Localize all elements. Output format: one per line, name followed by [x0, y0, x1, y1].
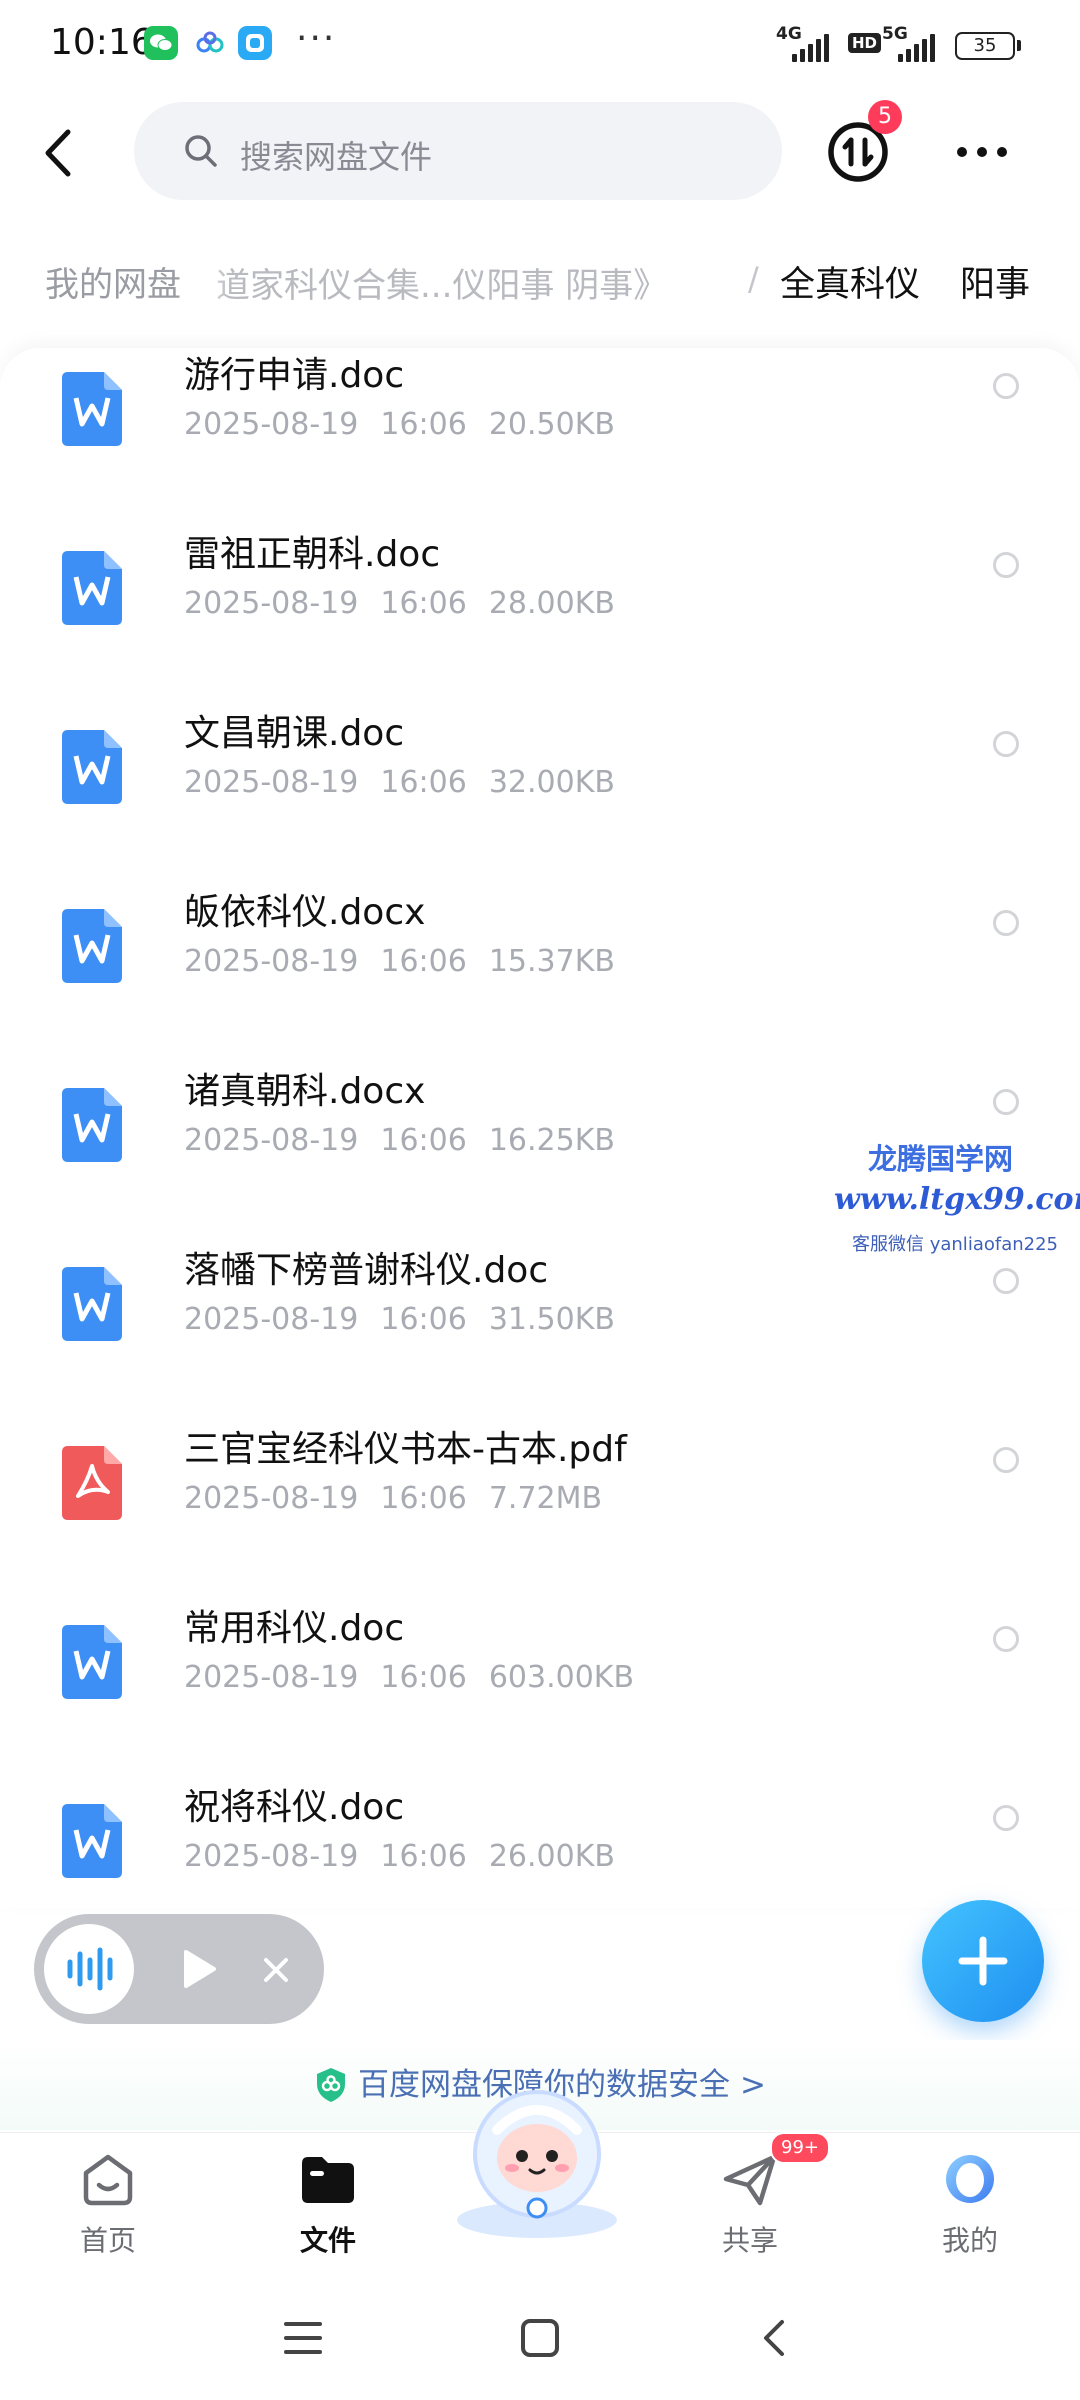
profile-icon [946, 2155, 994, 2203]
word-file-icon [62, 551, 122, 625]
more-button[interactable] [950, 130, 1014, 174]
breadcrumb-current-2[interactable]: 阳事 [960, 256, 1030, 307]
select-checkbox[interactable] [993, 1268, 1019, 1294]
file-row[interactable]: 皈依科仪.docx 2025-08-19 16:06 15.37KB [0, 883, 1080, 1062]
voice-wave-button[interactable] [44, 1924, 134, 2014]
select-checkbox[interactable] [993, 910, 1019, 936]
select-checkbox[interactable] [993, 731, 1019, 757]
file-row[interactable]: 祝将科仪.doc 2025-08-19 16:06 26.00KB [0, 1778, 1080, 1908]
select-checkbox[interactable] [993, 552, 1019, 578]
file-row[interactable]: 落幡下榜普谢科仪.doc 2025-08-19 16:06 31.50KB [0, 1241, 1080, 1420]
shield-icon [317, 2068, 345, 2102]
signal-icon [792, 34, 829, 62]
file-name: 雷祖正朝科.doc [184, 534, 441, 575]
file-meta: 2025-08-19 16:06 26.00KB [184, 1839, 615, 1874]
select-checkbox[interactable] [993, 1626, 1019, 1652]
search-input[interactable]: 搜索网盘文件 [134, 102, 782, 200]
file-name: 文昌朝课.doc [184, 713, 405, 754]
hd-badge: HD [848, 33, 882, 53]
file-name: 皈依科仪.docx [184, 892, 426, 933]
file-list: 游行申请.doc 2025-08-19 16:06 20.50KB 雷祖正朝科.do… [0, 348, 1080, 1908]
select-checkbox[interactable] [993, 1805, 1019, 1831]
file-row[interactable]: 雷祖正朝科.doc 2025-08-19 16:06 28.00KB [0, 525, 1080, 704]
mascot-assistant-button[interactable] [442, 2070, 632, 2240]
select-checkbox[interactable] [993, 1447, 1019, 1473]
search-icon [185, 135, 217, 167]
battery-nub [1017, 40, 1021, 51]
file-name: 常用科仪.doc [184, 1608, 405, 1649]
close-icon[interactable] [262, 1956, 290, 1984]
transfer-badge: 5 [868, 100, 902, 134]
tab-files[interactable]: 文件 [248, 2133, 408, 2281]
safety-arrow: > [740, 2067, 766, 2103]
select-checkbox[interactable] [993, 373, 1019, 399]
status-more-icon: ··· [296, 18, 337, 59]
file-row[interactable]: 文昌朝课.doc 2025-08-19 16:06 32.00KB [0, 704, 1080, 883]
watermark-title: 龙腾国学网 [868, 1142, 1014, 1176]
breadcrumb-root[interactable]: 我的网盘 [22, 255, 204, 315]
back-nav-icon[interactable] [756, 2316, 792, 2360]
file-meta: 2025-08-19 16:06 15.37KB [184, 944, 615, 979]
add-button[interactable] [922, 1900, 1044, 2022]
home-icon [83, 2154, 133, 2206]
signal-icon-2 [898, 34, 935, 62]
voice-player[interactable] [34, 1914, 324, 2024]
tab-home-label: 首页 [79, 2224, 136, 2257]
file-name: 三官宝经科仪书本-古本.pdf [184, 1429, 627, 1470]
file-meta: 2025-08-19 16:06 603.00KB [184, 1660, 635, 1695]
status-time: 10:16 [50, 22, 154, 63]
pdf-file-icon [62, 1446, 122, 1520]
word-file-icon [62, 1625, 122, 1699]
word-file-icon [62, 909, 122, 983]
file-meta: 2025-08-19 16:06 16.25KB [184, 1123, 615, 1158]
battery-icon: 35 [955, 32, 1015, 60]
cloud-app-icon [194, 30, 228, 56]
file-row[interactable]: 三官宝经科仪书本-古本.pdf 2025-08-19 16:06 7.72MB [0, 1420, 1080, 1599]
file-row[interactable]: 游行申请.doc 2025-08-19 16:06 20.50KB [0, 348, 1080, 525]
search-placeholder: 搜索网盘文件 [240, 138, 433, 176]
word-file-icon [62, 1804, 122, 1878]
tab-home[interactable]: 首页 [28, 2133, 188, 2281]
file-meta: 2025-08-19 16:06 7.72MB [184, 1481, 603, 1516]
breadcrumb-middle[interactable]: 道家科仪合集...仪阳事 阴事》 [216, 258, 667, 307]
file-row[interactable]: 常用科仪.doc 2025-08-19 16:06 603.00KB [0, 1599, 1080, 1778]
file-meta: 2025-08-19 16:06 31.50KB [184, 1302, 615, 1337]
file-name: 游行申请.doc [184, 355, 405, 396]
breadcrumb-separator: / [748, 260, 759, 298]
file-name: 诸真朝科.docx [184, 1071, 426, 1112]
breadcrumb-current-1[interactable]: 全真科仪 [780, 256, 920, 307]
play-icon[interactable] [180, 1948, 218, 1990]
file-meta: 2025-08-19 16:06 28.00KB [184, 586, 615, 621]
more-icon [957, 147, 1007, 157]
plus-icon [958, 1936, 1008, 1986]
select-checkbox[interactable] [993, 1089, 1019, 1115]
tab-files-label: 文件 [299, 2224, 356, 2257]
watermark-url: www.ltgx99.com [834, 1182, 1080, 1217]
watermark-contact: 客服微信 yanliaofan225 [852, 1234, 1058, 1255]
voice-wave-icon [67, 1947, 113, 1991]
menu-icon[interactable] [282, 2318, 324, 2358]
wechat-icon [144, 26, 178, 60]
back-arrow-icon [45, 129, 71, 177]
word-file-icon [62, 1088, 122, 1162]
word-file-icon [62, 730, 122, 804]
tab-share-label: 共享 [721, 2224, 778, 2257]
tab-mine-label: 我的 [941, 2224, 998, 2257]
mascot-icon [457, 2090, 617, 2238]
tab-mine[interactable]: 我的 [890, 2133, 1050, 2281]
app-icon [238, 26, 272, 60]
home-nav-icon[interactable] [518, 2316, 562, 2360]
folder-icon [302, 2157, 354, 2203]
share-icon [723, 2154, 777, 2206]
file-name: 祝将科仪.doc [184, 1787, 405, 1828]
file-meta: 2025-08-19 16:06 32.00KB [184, 765, 615, 800]
word-file-icon [62, 372, 122, 446]
back-button[interactable] [34, 118, 90, 188]
file-meta: 2025-08-19 16:06 20.50KB [184, 407, 615, 442]
system-navigation-bar [0, 2280, 1080, 2400]
share-badge: 99+ [770, 2132, 830, 2164]
status-bar: 10:16 ··· 4G HD 5G 35 [0, 0, 1080, 92]
word-file-icon [62, 1267, 122, 1341]
file-name: 落幡下榜普谢科仪.doc [184, 1250, 549, 1291]
